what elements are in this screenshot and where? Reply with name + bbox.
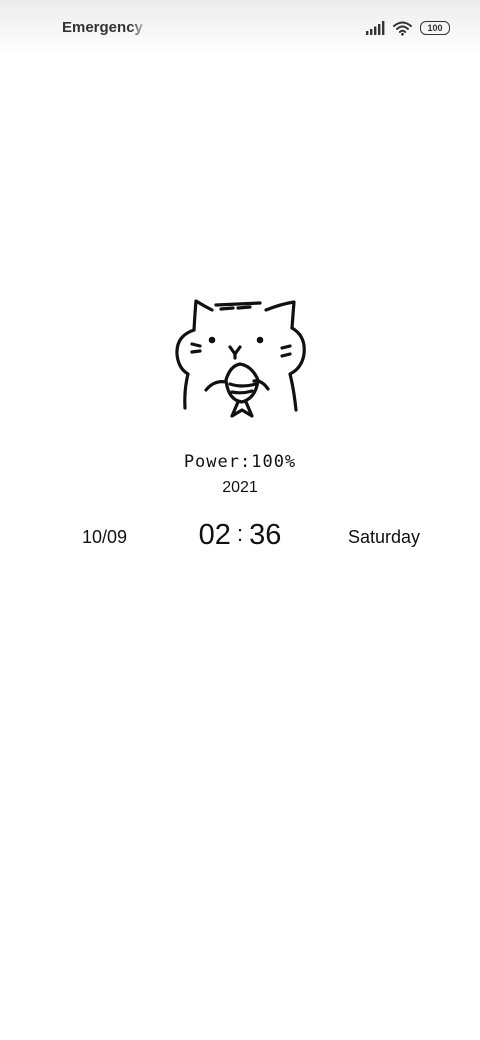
battery-icon: 100 [420,21,450,35]
year-label: 2021 [222,479,258,496]
signal-icon [366,21,385,35]
wifi-icon [393,21,412,36]
battery-level: 100 [427,23,443,33]
power-label: Power:100% [183,452,297,472]
lock-screen: Emergency c 100 Power:100% 2021 10/09 02… [0,0,480,1040]
status-icons: 100 [366,18,450,38]
weekday-label: Saturday [348,527,421,547]
carrier-label: Emergency c [62,19,148,36]
clock-separator: : [236,521,244,546]
clock-minutes: 36 [249,519,282,551]
status-bar: Emergency c 100 [0,0,480,56]
cat-holding-fish-icon [168,294,312,422]
clock-hours: 02 [198,519,231,551]
